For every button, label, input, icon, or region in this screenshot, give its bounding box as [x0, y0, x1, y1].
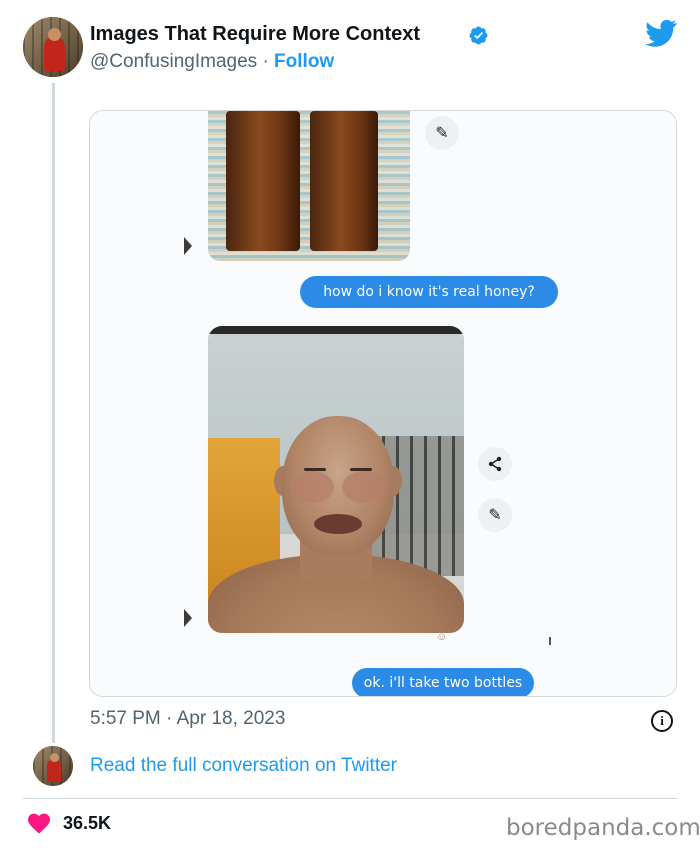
author-handle-row: @ConfusingImages · Follow	[90, 51, 334, 73]
footer-divider	[23, 798, 677, 799]
boredpanda-watermark: boredpanda.com	[506, 815, 700, 841]
author-name[interactable]: Images That Require More Context	[90, 23, 420, 46]
reaction-emoji-icon: ☺	[436, 631, 448, 643]
play-icon	[184, 237, 192, 255]
info-icon[interactable]: i	[651, 710, 673, 732]
separator-dot: ·	[262, 51, 269, 72]
reply-avatar[interactable]	[33, 746, 73, 786]
share-icon	[478, 447, 512, 481]
author-handle[interactable]: @ConfusingImages	[90, 51, 257, 72]
heart-icon[interactable]	[27, 812, 51, 834]
divider-tick	[549, 637, 551, 645]
tweet-timestamp[interactable]: 5:57 PM · Apr 18, 2023	[90, 708, 285, 730]
follow-button[interactable]: Follow	[274, 51, 334, 72]
verified-badge-icon	[469, 26, 488, 45]
honey-bottles-photo	[208, 111, 410, 261]
swollen-face-photo	[208, 326, 464, 633]
tweet-media-image[interactable]: ✎ how do i know it's real honey? ✎ ☺ ok.…	[89, 110, 677, 697]
play-icon	[184, 609, 192, 627]
pencil-icon: ✎	[478, 498, 512, 532]
read-conversation-link[interactable]: Read the full conversation on Twitter	[90, 755, 397, 777]
tweet-card: Images That Require More Context @Confus…	[0, 0, 700, 851]
pencil-icon: ✎	[425, 116, 459, 150]
thread-line	[52, 83, 55, 743]
likes-count[interactable]: 36.5K	[63, 813, 111, 834]
twitter-bird-icon[interactable]	[645, 19, 677, 47]
message-bubble-2: ok. i'll take two bottles	[352, 668, 534, 696]
message-bubble-1: how do i know it's real honey?	[300, 276, 558, 308]
author-avatar[interactable]	[23, 17, 83, 77]
